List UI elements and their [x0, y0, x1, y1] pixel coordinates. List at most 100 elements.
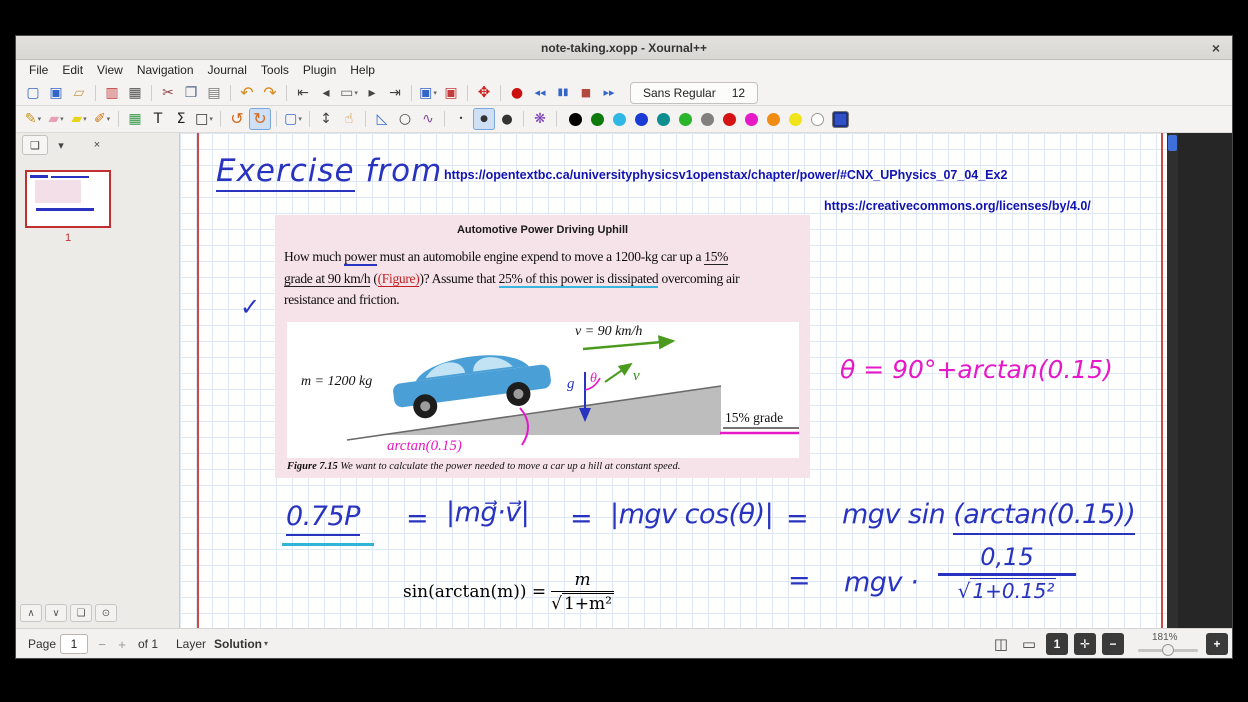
zoom-slider-thumb[interactable] [1162, 644, 1174, 656]
menu-plugin[interactable]: Plugin [296, 61, 343, 79]
zoom-out-button[interactable]: − [1102, 633, 1124, 655]
underlined-15pct: 15% [704, 249, 728, 265]
color-swatch-magenta[interactable] [745, 113, 758, 126]
rewind[interactable]: ◂◂ [529, 82, 551, 104]
color-swatch-red[interactable] [723, 113, 736, 126]
record-audio[interactable]: ● [506, 82, 528, 104]
vertical-space-tool[interactable]: ↕ [315, 108, 337, 130]
highlighter-tool[interactable]: ▰▾ [68, 108, 90, 130]
rewind-icon: ◂◂ [534, 87, 545, 98]
thickness-medium[interactable]: ● [473, 108, 495, 130]
color-swatch-white[interactable] [811, 113, 824, 126]
zoom-fit[interactable]: ✥ [473, 82, 495, 104]
rotate-counterclockwise[interactable]: ↺ [226, 108, 248, 130]
previous-page[interactable]: ◂ [315, 82, 337, 104]
window-close-button[interactable]: × [1207, 39, 1225, 57]
redo[interactable]: ↷ [259, 82, 281, 104]
eraser-tool[interactable]: ▰▾ [45, 108, 67, 130]
layer-value[interactable]: Solution [214, 637, 262, 651]
print[interactable]: ▦ [124, 82, 146, 104]
copy[interactable]: ❐ [180, 82, 202, 104]
layer-chevron-icon[interactable]: ▾ [264, 639, 268, 648]
cut[interactable]: ✂ [157, 82, 179, 104]
vertical-scrollbar[interactable] [1167, 133, 1178, 628]
menu-file[interactable]: File [22, 61, 55, 79]
single-page-button[interactable]: 1 [1046, 633, 1068, 655]
draw-spline[interactable]: ∿ [417, 108, 439, 130]
sidebar-focus-button[interactable]: ⊙ [95, 604, 117, 622]
sidebar-duplicate-button[interactable]: ❏ [70, 604, 92, 622]
page-number-input[interactable] [60, 634, 88, 654]
thickness-thick[interactable]: ● [496, 108, 518, 130]
line-style[interactable]: ❋ [529, 108, 551, 130]
export-pdf[interactable]: ▥ [101, 82, 123, 104]
chevron-down-icon: ▾ [83, 115, 87, 123]
draw-ellipse[interactable]: ○ [394, 108, 416, 130]
page-decrement-button[interactable]: − [92, 634, 112, 654]
text-tool[interactable]: T [147, 108, 169, 130]
new-document[interactable]: ▢ [22, 82, 44, 104]
page-menu[interactable]: ▭▾ [338, 82, 360, 104]
forward[interactable]: ▸▸ [598, 82, 620, 104]
color-swatch-dark-green[interactable] [591, 113, 604, 126]
figure-reference-link[interactable]: (Figure) [378, 271, 420, 287]
color-swatch-current-blue[interactable] [833, 112, 848, 127]
sidebar-mode-chevron-icon[interactable]: ▾ [52, 135, 70, 155]
color-swatch-light-blue[interactable] [613, 113, 626, 126]
page-increment-button[interactable]: + [112, 634, 132, 654]
license-link[interactable]: https://creativecommons.org/licenses/by/… [824, 199, 1091, 213]
color-swatch-teal[interactable] [657, 113, 670, 126]
two-page-view-button[interactable]: ◫ [990, 633, 1012, 655]
scrollbar-thumb[interactable] [1168, 135, 1177, 151]
zoom-fit-button[interactable]: ✛ [1074, 633, 1096, 655]
menu-help[interactable]: Help [343, 61, 382, 79]
menu-edit[interactable]: Edit [55, 61, 90, 79]
page-1-thumbnail[interactable] [25, 170, 111, 228]
color-swatch-orange[interactable] [767, 113, 780, 126]
speed-label: v = 90 km/h [575, 324, 642, 339]
note-page[interactable]: Exercise from https://opentextbc.ca/univ… [180, 133, 1167, 628]
delete-page[interactable]: ▣ [440, 82, 462, 104]
pen-tool[interactable]: ✎▾ [22, 108, 44, 130]
color-swatch-black[interactable] [569, 113, 582, 126]
next-page[interactable]: ▸ [361, 82, 383, 104]
shape-tool[interactable]: □▾ [193, 108, 215, 130]
page-menu-icon: ▭ [340, 86, 353, 100]
hand-tool-icon: ☝ [345, 112, 354, 126]
menu-navigation[interactable]: Navigation [130, 61, 201, 79]
last-page[interactable]: ⇥ [384, 82, 406, 104]
sidebar-pages-button[interactable]: ❏ [22, 135, 48, 155]
draw-triangle[interactable]: ◺ [371, 108, 393, 130]
open-folder[interactable]: ▱ [68, 82, 90, 104]
insert-image[interactable]: ▦ [124, 108, 146, 130]
rotate-clockwise[interactable]: ↻ [249, 108, 271, 130]
color-swatch-yellow[interactable] [789, 113, 802, 126]
menu-tools[interactable]: Tools [254, 61, 296, 79]
thickness-fine[interactable]: • [450, 108, 472, 130]
select-region[interactable]: ▢▾ [282, 108, 304, 130]
marker-tool[interactable]: ✐▾ [91, 108, 113, 130]
sidebar-close-icon[interactable]: × [88, 135, 106, 155]
sidebar-down-button[interactable]: ∨ [45, 604, 67, 622]
sidebar-up-button[interactable]: ∧ [20, 604, 42, 622]
stop[interactable]: ■ [575, 82, 597, 104]
menu-journal[interactable]: Journal [201, 61, 254, 79]
paste[interactable]: ▤ [203, 82, 225, 104]
pause[interactable]: ▮▮ [552, 82, 574, 104]
zoom-percentage: 181% [1152, 632, 1178, 643]
menu-view[interactable]: View [90, 61, 130, 79]
color-swatch-blue[interactable] [635, 113, 648, 126]
math-tex-tool[interactable]: Σ [170, 108, 192, 130]
save[interactable]: ▣ [45, 82, 67, 104]
color-swatch-green[interactable] [679, 113, 692, 126]
new-page-after[interactable]: ▣▾ [417, 82, 439, 104]
zoom-in-button[interactable]: + [1206, 633, 1228, 655]
hand-tool[interactable]: ☝ [338, 108, 360, 130]
first-page[interactable]: ⇤ [292, 82, 314, 104]
font-selector-button[interactable]: Sans Regular 12 [630, 82, 758, 104]
color-swatch-gray[interactable] [701, 113, 714, 126]
source-link[interactable]: https://opentextbc.ca/universityphysicsv… [444, 168, 1007, 182]
main-toolbar: ▢▣▱▥▦✂❐▤↶↷⇤◂▭▾▸⇥▣▾▣✥●◂◂▮▮■▸▸ Sans Regula… [16, 80, 1232, 106]
undo[interactable]: ↶ [236, 82, 258, 104]
presentation-view-button[interactable]: ▭ [1018, 633, 1040, 655]
